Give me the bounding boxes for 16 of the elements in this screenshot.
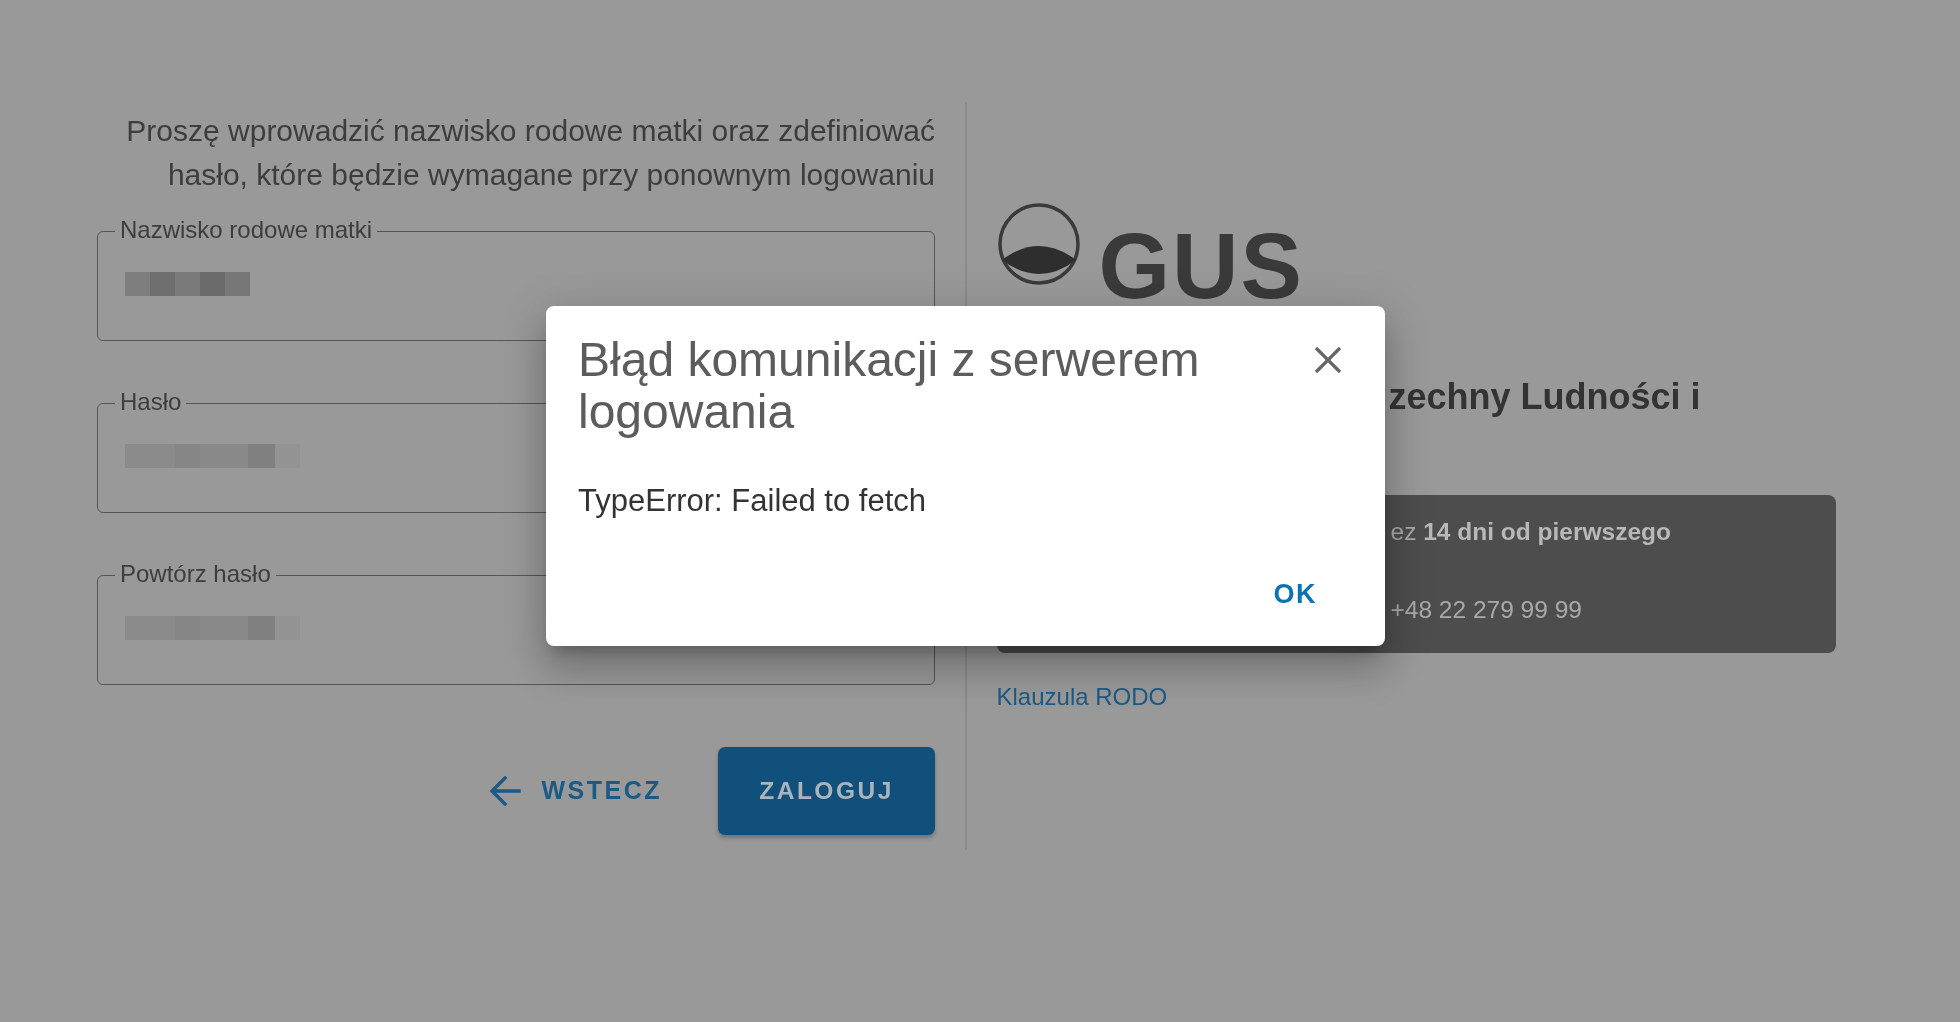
- panel-heading: zechny Ludności i: [1388, 375, 1702, 419]
- pixel-mosaic-icon: [125, 444, 300, 468]
- info-text: ez 14 dni od pierwszego: [1390, 517, 1672, 547]
- login-button[interactable]: ZALOGUJ: [718, 747, 935, 835]
- clause-link[interactable]: Klauzula RODO: [996, 683, 1168, 711]
- back-button[interactable]: WSTECZ: [489, 747, 662, 835]
- logo-text: GUS: [1098, 228, 1304, 304]
- close-icon: [1313, 345, 1343, 375]
- info-text: +48 22 279 99 99: [1390, 595, 1583, 625]
- arrow-left-icon: [489, 776, 522, 806]
- pixel-mosaic-icon: [125, 272, 250, 296]
- circle-logo-icon: [996, 202, 1081, 286]
- pixel-mosaic-icon: [125, 616, 300, 640]
- close-button[interactable]: [1313, 345, 1343, 375]
- instruction-text: Proszę wprowadzić nazwisko rodowe matki oraz zdefiniować hasło, które będzie wymagane przy ponownym logowaniu: [125, 113, 935, 193]
- ok-button[interactable]: OK: [1257, 569, 1333, 619]
